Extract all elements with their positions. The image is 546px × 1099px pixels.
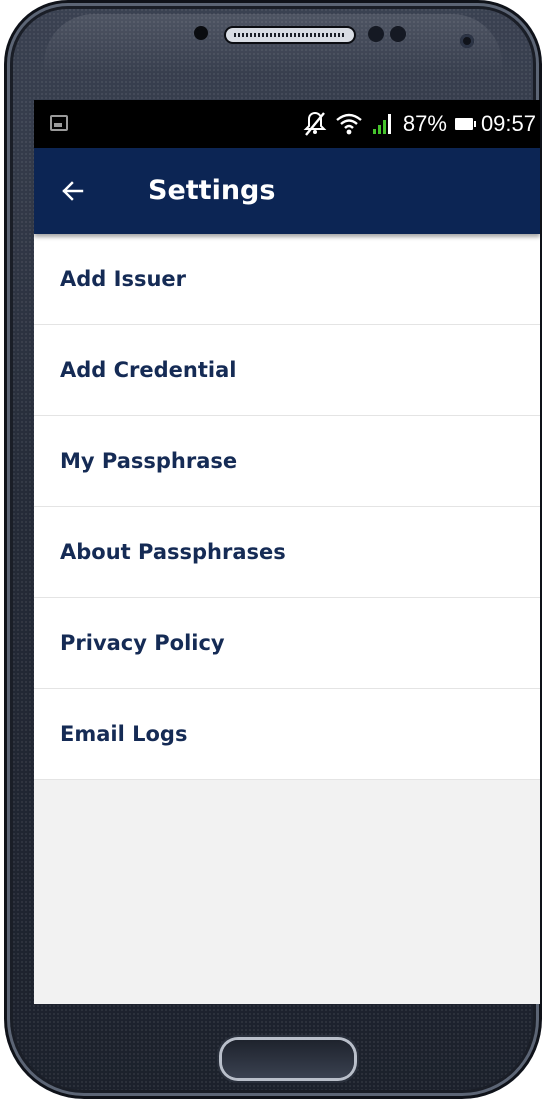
light-sensor-2 [390,26,406,42]
arrow-left-icon [62,181,84,201]
home-button[interactable] [222,1040,354,1078]
light-sensor [368,26,384,42]
mute-icon [303,111,327,137]
settings-item-label: Add Credential [60,358,237,382]
bezel-highlight [44,14,502,74]
proximity-sensor [194,26,208,40]
app-bar: Settings [34,148,540,234]
earpiece-speaker [226,28,354,42]
settings-item-label: Privacy Policy [60,631,225,655]
back-button[interactable] [52,170,94,212]
settings-item-about-passphrases[interactable]: About Passphrases [34,507,540,598]
battery-icon [454,118,476,130]
settings-item-add-credential[interactable]: Add Credential [34,325,540,416]
signal-icon [371,112,395,136]
settings-item-label: About Passphrases [60,540,286,564]
status-bar: 87% 09:57 [34,100,540,148]
page-title: Settings [148,175,276,206]
settings-item-label: Email Logs [60,722,188,746]
status-time: 09:57 [480,111,536,136]
wifi-icon [335,112,363,136]
settings-item-label: Add Issuer [60,267,186,291]
front-camera [460,34,474,48]
status-right: 87% 09:57 [303,108,536,140]
settings-item-add-issuer[interactable]: Add Issuer [34,234,540,325]
settings-item-label: My Passphrase [60,449,238,473]
image-notification-icon [50,115,68,131]
settings-item-my-passphrase[interactable]: My Passphrase [34,416,540,507]
settings-list: Add Issuer Add Credential My Passphrase … [34,234,540,780]
screen: 87% 09:57 Settings Add Issuer Add Creden… [34,100,540,1004]
settings-item-email-logs[interactable]: Email Logs [34,689,540,780]
settings-item-privacy-policy[interactable]: Privacy Policy [34,598,540,689]
battery-percent: 87% [402,111,447,136]
